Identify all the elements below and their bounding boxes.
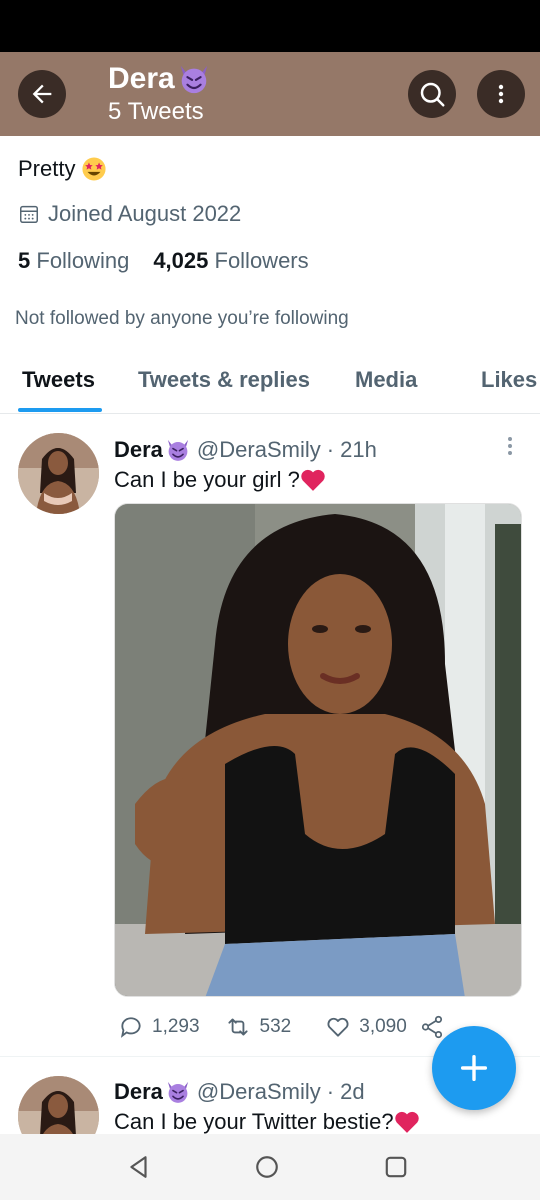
- like-count: 3,090: [359, 1016, 407, 1037]
- profile-tabs: Tweets Tweets & replies Media Likes: [0, 352, 540, 414]
- avatar-image: [18, 433, 99, 514]
- retweet-button[interactable]: 532: [224, 1014, 292, 1040]
- star-struck-emoji-icon: [82, 157, 107, 181]
- follow-stats: 5 Following 4,025 Followers: [18, 248, 309, 274]
- smiling-devil-emoji-icon: [180, 65, 207, 94]
- tab-tweets-replies[interactable]: Tweets & replies: [138, 367, 310, 393]
- share-icon: [421, 1015, 442, 1039]
- profile-bio: Pretty: [18, 156, 107, 182]
- system-navigation-bar: [0, 1134, 540, 1200]
- back-button[interactable]: [18, 70, 66, 118]
- search-icon: [420, 82, 445, 107]
- tweet-text-content: Can I be your Twitter bestie?: [114, 1109, 394, 1134]
- bio-text: Pretty: [18, 156, 76, 181]
- nav-recents-icon[interactable]: [383, 1154, 409, 1180]
- followers-link[interactable]: 4,025 Followers: [153, 248, 308, 274]
- compose-plus-icon: [460, 1054, 488, 1082]
- tweet-text: Can I be your Twitter bestie?: [114, 1109, 420, 1135]
- reply-count: 1,293: [152, 1016, 200, 1037]
- like-icon: [327, 1017, 349, 1037]
- header-title: Dera: [108, 62, 211, 96]
- profile-header: Dera 5 Tweets: [0, 52, 540, 136]
- back-arrow-icon: [32, 84, 52, 104]
- smiling-devil-emoji-icon: [167, 1081, 189, 1103]
- followers-count: 4,025: [153, 248, 209, 273]
- header-name: Dera: [108, 62, 175, 95]
- share-button[interactable]: [419, 1014, 445, 1040]
- more-options-button[interactable]: [477, 70, 525, 118]
- compose-tweet-button[interactable]: [432, 1026, 516, 1110]
- tweet-timestamp: · 21h: [326, 437, 377, 462]
- retweet-icon: [227, 1018, 248, 1036]
- like-button[interactable]: 3,090: [325, 1014, 407, 1040]
- more-vertical-icon: [498, 84, 504, 104]
- tweet-author-handle[interactable]: @DeraSmily: [197, 1079, 321, 1105]
- tweet-header: Dera @DeraSmily · 2d: [114, 1079, 365, 1105]
- followers-label: Followers: [214, 248, 309, 273]
- reply-button[interactable]: 1,293: [118, 1014, 200, 1040]
- joined-text: Joined August 2022: [48, 201, 242, 226]
- tweet-text: Can I be your girl ?: [114, 467, 326, 493]
- tweet-text-content: Can I be your girl ?: [114, 467, 300, 492]
- tweet-author-name[interactable]: Dera: [114, 437, 163, 463]
- avatar[interactable]: [18, 433, 99, 514]
- red-heart-emoji-icon: [394, 1111, 419, 1133]
- calendar-icon: [20, 205, 38, 223]
- photo: [115, 504, 521, 996]
- tab-likes[interactable]: Likes: [481, 367, 537, 393]
- more-vertical-icon[interactable]: [500, 434, 520, 458]
- retweet-count: 532: [259, 1016, 292, 1037]
- tweet-author-name[interactable]: Dera: [114, 1079, 163, 1105]
- following-link[interactable]: 5 Following: [18, 248, 129, 274]
- tab-tweets[interactable]: Tweets: [22, 367, 95, 393]
- header-tweet-count: 5 Tweets: [108, 98, 204, 125]
- not-followed-notice: Not followed by anyone you’re following: [15, 308, 349, 329]
- tweet-actions: 1,293 532 3,090: [118, 1010, 445, 1044]
- tweet-header: Dera @DeraSmily · 21h: [114, 437, 377, 463]
- search-button[interactable]: [408, 70, 456, 118]
- following-count: 5: [18, 248, 31, 273]
- nav-home-icon[interactable]: [254, 1154, 280, 1180]
- red-heart-emoji-icon: [301, 469, 325, 491]
- joined-date: Joined August 2022: [18, 201, 241, 227]
- smiling-devil-emoji-icon: [167, 439, 189, 461]
- nav-back-icon[interactable]: [126, 1154, 152, 1180]
- tweet-timestamp: · 2d: [326, 1079, 365, 1104]
- tab-media[interactable]: Media: [355, 367, 417, 393]
- status-bar: [0, 0, 540, 52]
- tweet-author-handle[interactable]: @DeraSmily: [197, 437, 321, 463]
- active-tab-indicator: [18, 408, 102, 412]
- tweet-media-image[interactable]: [114, 503, 522, 997]
- following-label: Following: [36, 248, 130, 273]
- reply-icon: [120, 1017, 141, 1038]
